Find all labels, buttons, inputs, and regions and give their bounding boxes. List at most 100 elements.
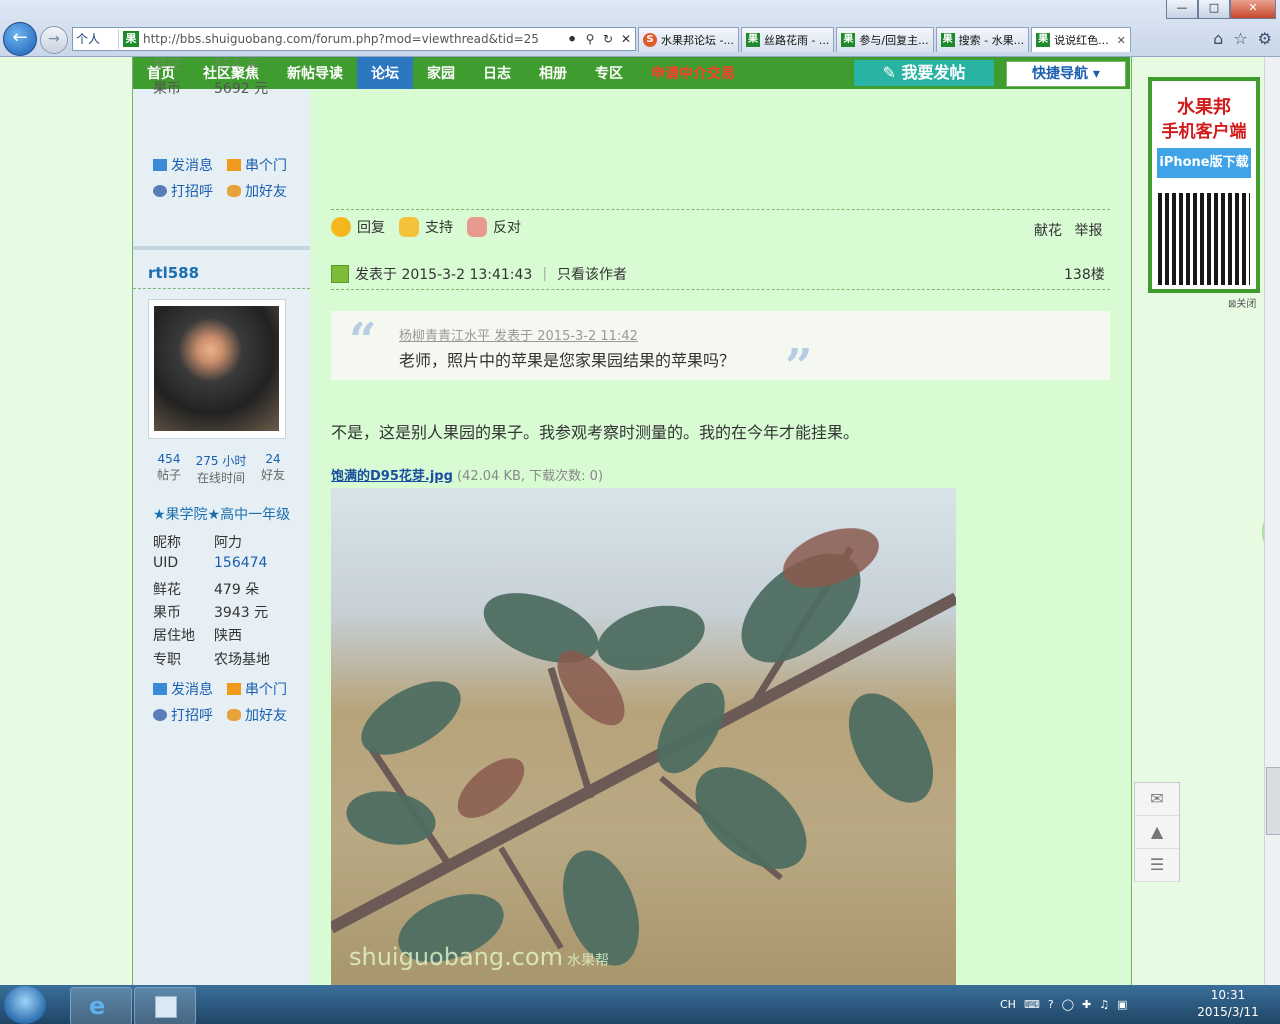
reply-button[interactable]: 回复	[331, 217, 385, 237]
nav-item-trade[interactable]: 申请中介交易	[637, 57, 749, 89]
app-download-ad[interactable]: 水果邦 手机客户端 iPhone版下载	[1148, 77, 1260, 293]
maximize-button[interactable]: □	[1198, 0, 1230, 19]
system-clock[interactable]: 10:31 2015/3/11	[1196, 987, 1260, 1021]
report-link[interactable]: 举报	[1074, 223, 1102, 239]
zone-dropdown[interactable]: 个人	[73, 29, 119, 49]
shield-icon[interactable]: ◯	[1062, 998, 1074, 1011]
page-scrollbar[interactable]	[1264, 57, 1280, 985]
floating-toolbar: ✉ ▲ ☰	[1134, 782, 1180, 882]
favorites-star-icon[interactable]: ☆	[1233, 29, 1247, 48]
attachment-meta: (42.04 KB, 下载次数: 0)	[457, 469, 604, 484]
quick-nav-dropdown[interactable]: 快捷导航 ▾	[1006, 61, 1126, 87]
settings-gear-icon[interactable]: ⚙	[1258, 29, 1272, 48]
network-icon[interactable]: ▣	[1117, 998, 1127, 1011]
ad-close-link[interactable]: ⊠关闭	[1228, 295, 1256, 310]
nav-item-forum[interactable]: 论坛	[357, 57, 413, 89]
branch-illustration	[331, 528, 956, 966]
nav-item-zone[interactable]: 专区	[581, 57, 637, 89]
minimize-button[interactable]: —	[1166, 0, 1198, 19]
quote-author[interactable]: 杨柳青青江水平 发表于 2015-3-2 11:42	[399, 325, 638, 344]
add-friend-link[interactable]: 加好友	[227, 705, 287, 725]
stat-label: 在线时间	[196, 471, 245, 485]
tab-strip: S 水果邦论坛 -... 果丝路花雨 - ... 果参与/回复主... 果搜索 -…	[638, 27, 1133, 52]
avatar-photo	[154, 306, 279, 431]
qr-code-icon	[1158, 193, 1250, 285]
compat-icon[interactable]: ⚫	[563, 32, 581, 46]
flower-link[interactable]: 献花	[1034, 223, 1062, 239]
home-icon[interactable]: ⌂	[1213, 29, 1223, 48]
nav-item-album[interactable]: 相册	[525, 57, 581, 89]
author-only-link[interactable]: 只看该作者	[557, 264, 627, 284]
tab-item[interactable]: 果搜索 - 水果...	[935, 27, 1030, 52]
attachment-image[interactable]: shuiguobang.com 水果帮	[331, 488, 956, 985]
forward-button[interactable]: →	[40, 26, 68, 54]
comment-icon[interactable]: ✉	[1135, 783, 1179, 816]
url-text[interactable]: http://bbs.shuiguobang.com/forum.php?mod…	[143, 32, 563, 46]
address-bar[interactable]: 个人 果 http://bbs.shuiguobang.com/forum.ph…	[72, 27, 636, 51]
back-button[interactable]: ←	[3, 22, 37, 56]
stop-icon[interactable]: ✕	[617, 32, 635, 46]
help-icon[interactable]: ?	[1048, 998, 1054, 1011]
uid-link[interactable]: 156474	[214, 555, 267, 571]
oppose-button[interactable]: 反对	[467, 217, 521, 237]
nav-item-home-space[interactable]: 家园	[413, 57, 469, 89]
tab-item[interactable]: S 水果邦论坛 -...	[638, 27, 739, 52]
support-button[interactable]: 支持	[399, 217, 453, 237]
window-icon	[155, 996, 177, 1018]
app-taskbar-icon[interactable]	[134, 987, 196, 1024]
attachment: 饱满的D95花芽.jpg (42.04 KB, 下载次数: 0)	[331, 465, 603, 484]
tab-item[interactable]: 果丝路花雨 - ...	[740, 27, 835, 52]
header-divider	[331, 289, 1110, 290]
greet-icon	[153, 185, 167, 197]
tab-item[interactable]: 果参与/回复主...	[836, 27, 934, 52]
start-button[interactable]	[4, 986, 46, 1024]
close-window-button[interactable]: ✕	[1230, 0, 1276, 19]
refresh-icon[interactable]: ↻	[599, 32, 617, 46]
open-quote-icon: “	[349, 313, 377, 369]
stat-friends[interactable]: 24 好友	[256, 452, 290, 483]
user-rank[interactable]: ★果学院★高中一年级	[153, 504, 290, 524]
prev-visit-link[interactable]: 串个门	[227, 155, 287, 175]
volume-icon[interactable]: ♫	[1099, 998, 1109, 1011]
security-icon[interactable]: ✚	[1082, 998, 1091, 1011]
site-favicon-icon: 果	[123, 31, 139, 47]
greet-link[interactable]: 打招呼	[153, 705, 213, 725]
floor-number[interactable]: 138楼	[1064, 264, 1105, 284]
action-divider	[331, 209, 1110, 210]
stat-posts[interactable]: 454 帖子	[150, 452, 188, 483]
avatar[interactable]	[148, 299, 286, 439]
info-value: 阿力	[214, 535, 242, 551]
prev-add-friend-link[interactable]: 加好友	[227, 181, 287, 201]
action-label: 打招呼	[171, 184, 213, 200]
nav-item-guide[interactable]: 新帖导读	[273, 57, 357, 89]
tab-item-active[interactable]: 果说说红色... ✕	[1031, 27, 1131, 52]
stat-label: 好友	[260, 468, 285, 482]
tab-favicon-icon: 果	[1036, 33, 1051, 47]
new-post-button[interactable]: ✎ 我要发帖	[854, 60, 994, 86]
info-key: 居住地	[153, 628, 195, 644]
info-key: 果币	[153, 81, 181, 97]
lang-indicator[interactable]: CH	[1000, 998, 1016, 1011]
scrollbar-thumb[interactable]	[1266, 767, 1280, 835]
ie-taskbar-icon[interactable]: e	[70, 987, 132, 1024]
action-label: 回复	[357, 220, 385, 236]
attachment-link[interactable]: 饱满的D95花芽.jpg	[331, 469, 453, 484]
tab-close-icon[interactable]: ✕	[1117, 34, 1126, 47]
close-quote-icon: ”	[785, 339, 813, 395]
keyboard-icon[interactable]: ⌨	[1024, 998, 1040, 1011]
action-label: 串个门	[245, 682, 287, 698]
back-to-top-icon[interactable]: ▲	[1135, 816, 1179, 849]
search-icon[interactable]: ⚲	[581, 32, 599, 46]
prev-send-message-link[interactable]: 发消息	[153, 155, 213, 175]
author-username[interactable]: rtl588	[148, 264, 199, 282]
watermark-text: shuiguobang.com	[349, 943, 563, 971]
nav-item-blog[interactable]: 日志	[469, 57, 525, 89]
send-message-link[interactable]: 发消息	[153, 679, 213, 699]
iphone-download-button[interactable]: iPhone版下载	[1157, 148, 1251, 178]
list-icon[interactable]: ☰	[1135, 849, 1179, 882]
visit-link[interactable]: 串个门	[227, 679, 287, 699]
stat-online-time[interactable]: 275 小时 在线时间	[192, 452, 250, 486]
prev-greet-link[interactable]: 打招呼	[153, 181, 213, 201]
quick-nav-label: 快捷导航	[1032, 66, 1089, 82]
tab-favicon-icon: 果	[841, 33, 856, 47]
